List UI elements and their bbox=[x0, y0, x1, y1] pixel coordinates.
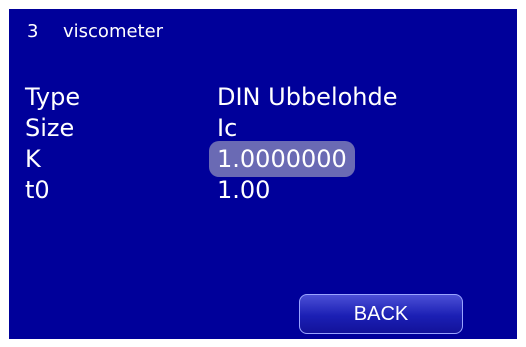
k-value-selected[interactable]: 1.0000000 bbox=[209, 141, 355, 177]
t0-label: t0 bbox=[25, 176, 50, 204]
screen-title: viscometer bbox=[63, 21, 164, 42]
type-label: Type bbox=[25, 83, 81, 111]
t0-value[interactable]: 1.00 bbox=[217, 176, 270, 204]
type-value[interactable]: DIN Ubbelohde bbox=[217, 83, 398, 111]
back-button[interactable]: BACK bbox=[299, 294, 463, 334]
screen-header: 3 viscometer bbox=[27, 21, 163, 42]
k-label: K bbox=[25, 145, 41, 173]
viscometer-screen: 3 viscometer Type DIN Ubbelohde Size Ic K… bbox=[9, 9, 517, 339]
viscometer-number: 3 bbox=[27, 21, 39, 42]
size-value[interactable]: Ic bbox=[217, 114, 237, 142]
size-label: Size bbox=[25, 114, 75, 142]
